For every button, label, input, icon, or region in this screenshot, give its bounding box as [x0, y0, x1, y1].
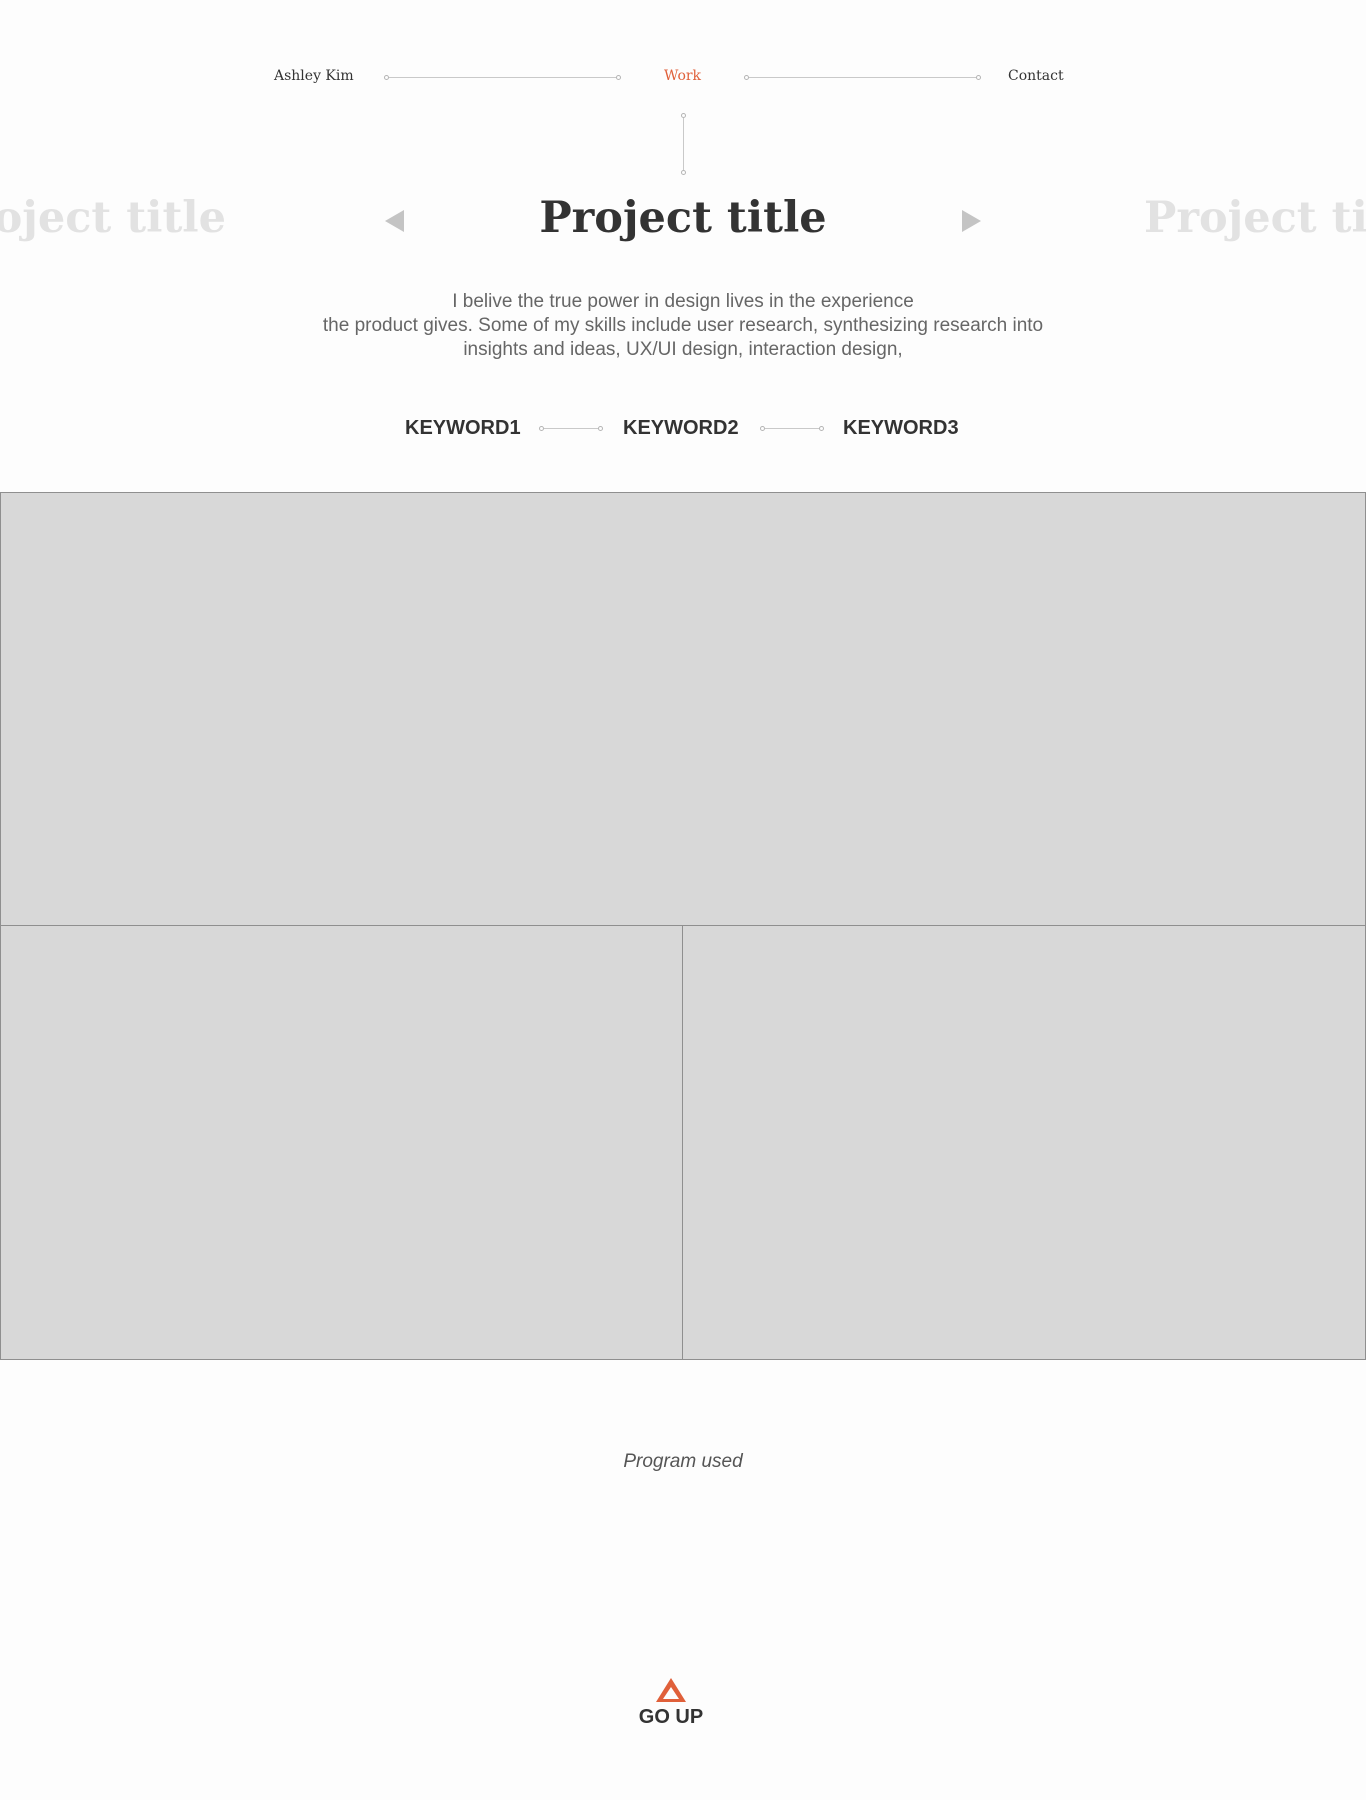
- nav-connector-line: [389, 77, 616, 78]
- description-line: I belive the true power in design lives …: [452, 291, 914, 312]
- keyword-2: KEYWORD2: [623, 417, 739, 439]
- keyword-connector-dot: [598, 426, 603, 431]
- gallery-image-right: [682, 925, 1366, 1360]
- triangle-up-icon: [656, 1678, 686, 1702]
- carousel-next-arrow-icon[interactable]: [962, 210, 981, 232]
- carousel-prev-arrow-icon[interactable]: [385, 210, 404, 232]
- project-description: I belive the true power in design lives …: [283, 290, 1083, 362]
- project-title: Project title: [539, 193, 827, 243]
- keyword-3: KEYWORD3: [843, 417, 959, 439]
- nav-connector-dot: [616, 75, 621, 80]
- nav-work-link[interactable]: Work: [664, 68, 701, 84]
- gallery-image-left: [0, 925, 684, 1360]
- nav-home-name-link[interactable]: Ashley Kim: [274, 68, 354, 84]
- next-project-title[interactable]: Project title: [1144, 193, 1366, 243]
- keyword-connector-line: [544, 428, 598, 429]
- program-used-label: Program used: [623, 1451, 743, 1472]
- nav-connector-line: [749, 77, 976, 78]
- keyword-1: KEYWORD1: [405, 417, 521, 439]
- work-connector-dot-bottom: [681, 170, 686, 175]
- keyword-connector-line: [765, 428, 819, 429]
- work-connector-line: [683, 118, 684, 170]
- nav-connector-dot: [976, 75, 981, 80]
- previous-project-title[interactable]: Project title: [0, 193, 226, 243]
- nav-contact-link[interactable]: Contact: [1008, 68, 1064, 84]
- keyword-connector-dot: [819, 426, 824, 431]
- go-up-label: GO UP: [638, 1706, 704, 1728]
- gallery-image-large: [0, 492, 1366, 926]
- description-line: the product gives. Some of my skills inc…: [322, 315, 1044, 336]
- go-up-button[interactable]: GO UP: [621, 1676, 721, 1736]
- description-line: insights and ideas, UX/UI design, intera…: [463, 339, 903, 360]
